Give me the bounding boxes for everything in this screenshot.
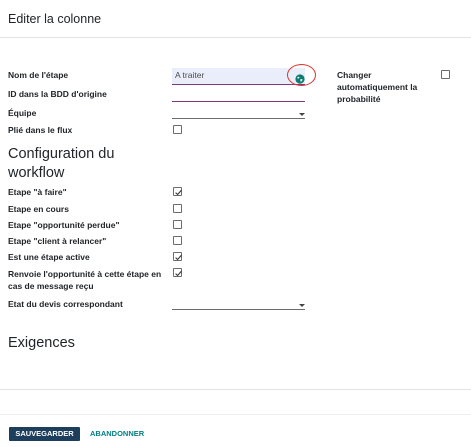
todo-stage-checkbox[interactable] (173, 187, 182, 196)
origin-id-input[interactable] (172, 101, 305, 102)
footer-divider (0, 414, 471, 415)
discard-button[interactable]: ABANDONNER (90, 427, 144, 441)
resend-stage-checkbox[interactable] (173, 268, 182, 277)
quote-state-label: Etat du devis correspondant (8, 299, 123, 309)
dialog-title: Editer la colonne (8, 12, 102, 26)
stage-name-label: Nom de l'étape (8, 70, 69, 80)
in-progress-stage-label: Etape en cours (8, 204, 69, 214)
caret-down-icon[interactable] (299, 304, 305, 307)
workflow-section-title: Configuration du workflow (8, 146, 115, 181)
lost-stage-checkbox[interactable] (173, 220, 182, 229)
save-button[interactable]: SAUVEGARDER (9, 427, 80, 441)
followup-stage-checkbox[interactable] (173, 236, 182, 245)
auto-probability-checkbox[interactable] (441, 70, 450, 79)
folded-label: Plié dans le flux (8, 125, 73, 135)
annotation-circle (287, 64, 316, 86)
in-progress-stage-checkbox[interactable] (173, 204, 182, 213)
requirements-section-title: Exigences (8, 335, 75, 351)
caret-down-icon[interactable] (299, 113, 305, 116)
stage-name-underline (172, 84, 305, 85)
resend-stage-label: Renvoie l'opportunité à cette étape en c… (8, 269, 162, 291)
header-divider (0, 37, 471, 38)
quote-state-select[interactable] (172, 309, 305, 310)
origin-id-label: ID dans la BDD d'origine (8, 89, 107, 99)
auto-probability-label: Changer automatiquement la probabilité (337, 70, 418, 104)
followup-stage-label: Etape "client à relancer" (8, 236, 107, 246)
check-icon (175, 189, 182, 196)
team-select[interactable] (172, 118, 305, 119)
check-icon (175, 270, 182, 277)
folded-checkbox[interactable] (173, 125, 182, 134)
active-stage-label: Est une étape active (8, 252, 90, 262)
body-divider (0, 389, 471, 390)
stage-name-value[interactable]: A traiter (175, 70, 204, 80)
team-label: Équipe (8, 108, 37, 118)
check-icon (175, 254, 182, 261)
todo-stage-label: Etape "à faire" (8, 187, 67, 197)
lost-stage-label: Etape "opportunité perdue" (8, 220, 120, 230)
active-stage-checkbox[interactable] (173, 252, 182, 261)
